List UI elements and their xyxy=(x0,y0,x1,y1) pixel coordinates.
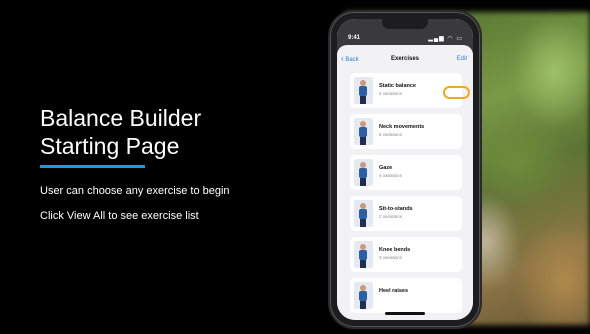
exercise-variations: 2 variations xyxy=(379,214,403,219)
description-line-1: User can choose any exercise to begin xyxy=(40,185,230,197)
exercise-thumbnail xyxy=(354,77,373,104)
exercise-thumbnail xyxy=(354,159,373,186)
description-line-2: Click View All to see exercise list xyxy=(40,210,199,222)
phone-mockup: 9:41 ▂▄▆ ◠ ▭ ‹ Back Exercises Edit Stati… xyxy=(330,12,480,327)
status-time: 9:41 xyxy=(348,35,361,41)
slide: Balance Builder Starting Page User can c… xyxy=(0,0,590,334)
exercise-name: Sit-to-stands xyxy=(379,206,413,212)
status-icons: ▂▄▆ ◠ ▭ xyxy=(428,35,463,42)
exercise-name: Static balance xyxy=(379,83,416,89)
exercise-card[interactable]: Neck movements 6 variations xyxy=(350,114,462,149)
exercise-name: Knee bends xyxy=(379,247,411,253)
nav-bar: ‹ Back Exercises Edit xyxy=(337,51,473,69)
exercise-card[interactable]: Sit-to-stands 2 variations xyxy=(350,196,462,231)
exercise-card[interactable]: Heel raises xyxy=(350,278,462,313)
exercise-name: Heel raises xyxy=(379,288,409,294)
title-underline xyxy=(40,165,145,168)
wifi-icon: ◠ xyxy=(447,36,454,42)
exercise-name: Neck movements xyxy=(379,124,425,130)
exercise-thumbnail xyxy=(354,241,373,268)
phone-notch xyxy=(382,19,428,29)
edit-button[interactable]: Edit xyxy=(457,56,467,62)
callout-highlight xyxy=(443,86,470,99)
exercise-variations: 4 variations xyxy=(379,91,403,96)
battery-icon: ▭ xyxy=(456,36,463,42)
nav-title: Exercises xyxy=(390,56,420,62)
exercise-thumbnail xyxy=(354,118,373,145)
title-line-1: Balance Builder xyxy=(40,105,202,131)
signal-icon: ▂▄▆ xyxy=(428,36,445,42)
exercise-thumbnail xyxy=(354,282,373,309)
exercise-card[interactable]: Knee bends 3 variations xyxy=(350,237,462,272)
exercise-variations: 3 variations xyxy=(379,255,403,260)
exercise-variations: 4 variations xyxy=(379,173,403,178)
exercise-name: Gaze xyxy=(379,165,393,171)
phone-screen: 9:41 ▂▄▆ ◠ ▭ ‹ Back Exercises Edit Stati… xyxy=(337,19,473,320)
exercise-card[interactable]: Gaze 4 variations xyxy=(350,155,462,190)
exercise-thumbnail xyxy=(354,200,373,227)
exercise-variations: 6 variations xyxy=(379,132,403,137)
title-line-2: Starting Page xyxy=(40,133,180,159)
home-indicator xyxy=(385,312,425,315)
slide-title: Balance Builder Starting Page xyxy=(40,104,201,160)
